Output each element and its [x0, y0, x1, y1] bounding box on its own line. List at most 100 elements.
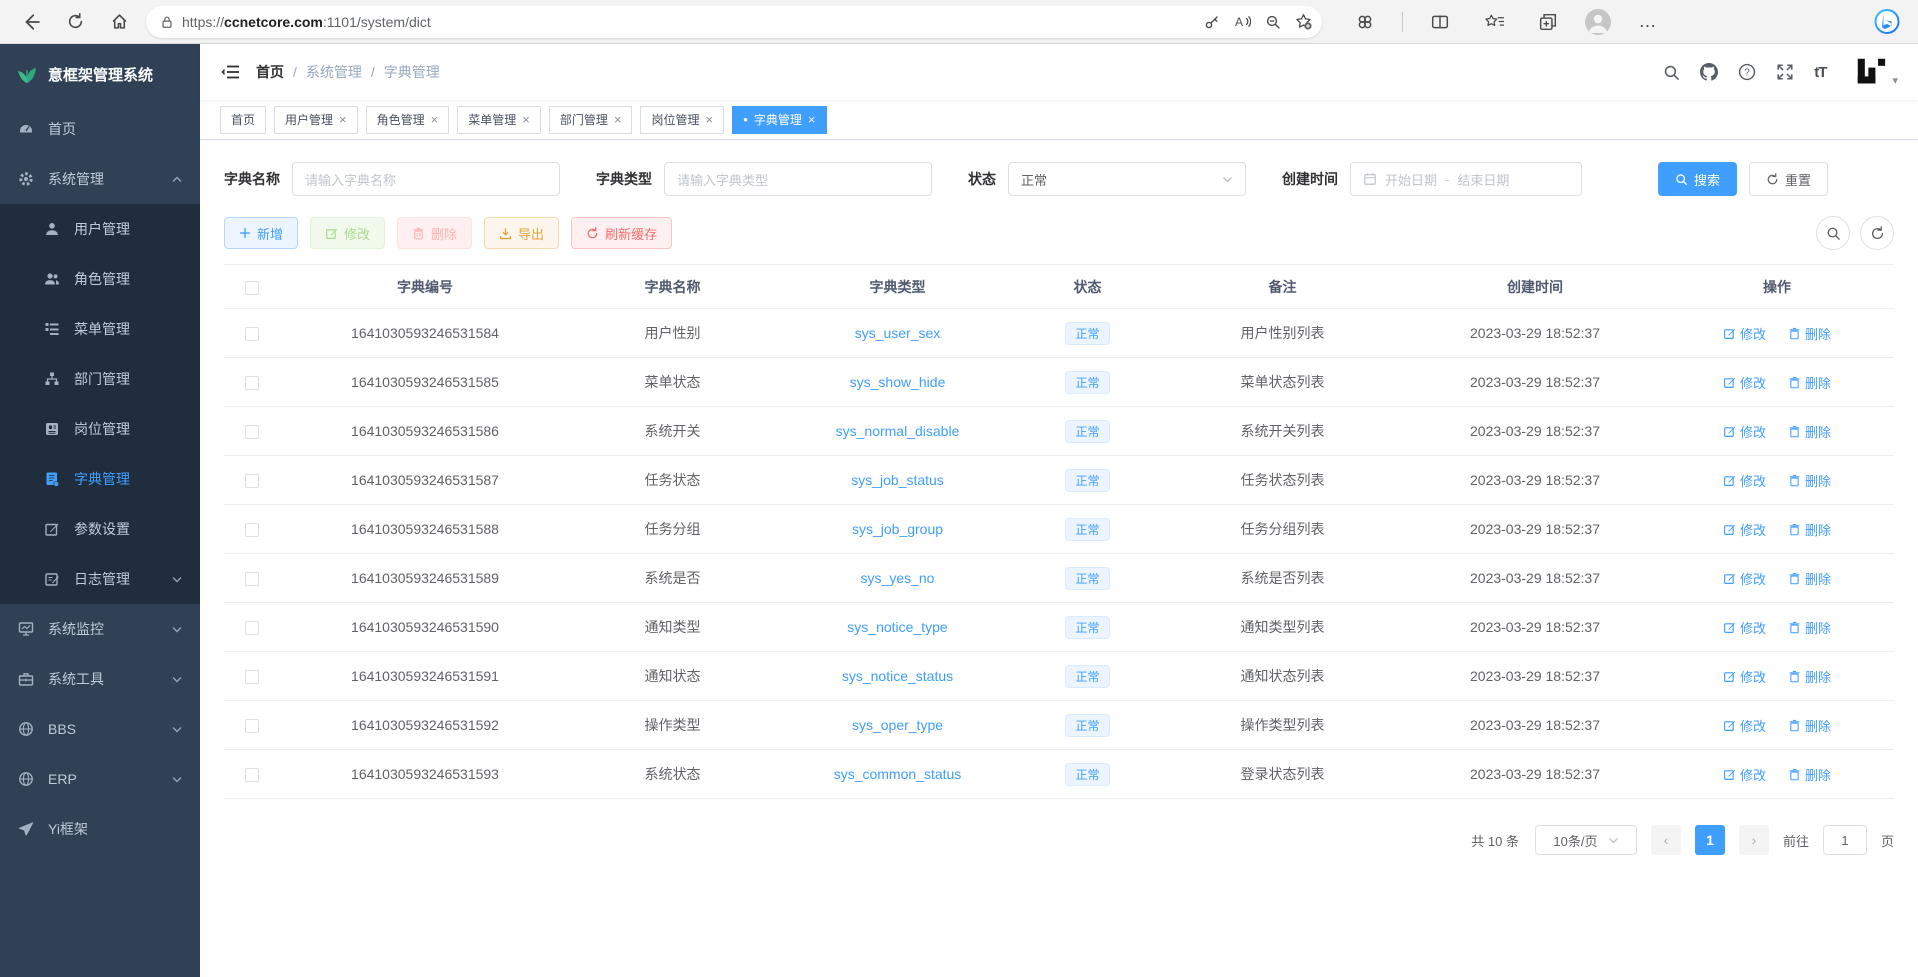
app-logo-row[interactable]: 意框架管理系统: [0, 44, 200, 104]
row-checkbox[interactable]: [245, 425, 259, 439]
extensions-icon[interactable]: [1348, 6, 1382, 38]
delete-row-button[interactable]: 删除: [1788, 471, 1831, 490]
dict-type-link[interactable]: sys_user_sex: [855, 325, 941, 341]
sidebar-item-dept-management[interactable]: 部门管理: [0, 354, 200, 404]
close-icon[interactable]: ×: [808, 112, 816, 127]
show-search-toggle-button[interactable]: [1816, 216, 1850, 250]
close-icon[interactable]: ×: [339, 112, 347, 127]
row-checkbox[interactable]: [245, 719, 259, 733]
edit-row-button[interactable]: 修改: [1723, 765, 1766, 784]
refresh-icon[interactable]: [58, 6, 92, 38]
user-menu[interactable]: ▾: [1856, 57, 1898, 87]
dict-type-link[interactable]: sys_show_hide: [850, 374, 946, 390]
edit-row-button[interactable]: 修改: [1723, 569, 1766, 588]
delete-row-button[interactable]: 删除: [1788, 520, 1831, 539]
row-checkbox[interactable]: [245, 670, 259, 684]
favorites-icon[interactable]: [1477, 6, 1511, 38]
home-icon[interactable]: [102, 6, 136, 38]
help-icon[interactable]: ?: [1738, 63, 1756, 81]
sidebar-item-post-management[interactable]: 岗位管理: [0, 404, 200, 454]
row-checkbox[interactable]: [245, 376, 259, 390]
edit-row-button[interactable]: 修改: [1723, 471, 1766, 490]
fullscreen-icon[interactable]: [1776, 63, 1794, 81]
profile-avatar[interactable]: [1585, 9, 1611, 35]
dict-type-link[interactable]: sys_job_group: [852, 521, 943, 537]
zoom-out-icon[interactable]: [1265, 14, 1281, 30]
split-screen-icon[interactable]: [1423, 6, 1457, 38]
dict-type-link[interactable]: sys_notice_type: [847, 619, 947, 635]
edit-row-button[interactable]: 修改: [1723, 618, 1766, 637]
sidebar-item-dict-management[interactable]: 字典管理: [0, 454, 200, 504]
sidebar-item-yi-framework[interactable]: Yi框架: [0, 804, 200, 854]
sidebar-item-menu-management[interactable]: 菜单管理: [0, 304, 200, 354]
date-range-input[interactable]: 开始日期 - 结束日期: [1350, 162, 1582, 196]
sidebar-collapse-icon[interactable]: [220, 63, 240, 81]
sidebar-item-erp[interactable]: ERP: [0, 754, 200, 804]
font-size-icon[interactable]: tT: [1814, 64, 1826, 81]
refresh-table-button[interactable]: [1860, 216, 1894, 250]
row-checkbox[interactable]: [245, 523, 259, 537]
edit-row-button[interactable]: 修改: [1723, 324, 1766, 343]
password-key-icon[interactable]: [1204, 14, 1220, 30]
tab-dict-management[interactable]: ●字典管理×: [732, 106, 826, 134]
edit-row-button[interactable]: 修改: [1723, 520, 1766, 539]
sidebar-item-system-management[interactable]: 系统管理: [0, 154, 200, 204]
back-icon[interactable]: [14, 6, 48, 38]
next-page-button[interactable]: ›: [1739, 825, 1769, 855]
edit-row-button[interactable]: 修改: [1723, 667, 1766, 686]
breadcrumb-home[interactable]: 首页: [256, 62, 284, 82]
reset-button[interactable]: 重置: [1749, 162, 1828, 196]
dict-type-link[interactable]: sys_oper_type: [852, 717, 943, 733]
more-menu-icon[interactable]: …: [1631, 6, 1665, 38]
dict-name-input[interactable]: 请输入字典名称: [292, 162, 560, 196]
tab-role-management[interactable]: 角色管理×: [366, 106, 450, 134]
delete-row-button[interactable]: 删除: [1788, 324, 1831, 343]
edit-row-button[interactable]: 修改: [1723, 373, 1766, 392]
row-checkbox[interactable]: [245, 327, 259, 341]
delete-row-button[interactable]: 删除: [1788, 667, 1831, 686]
collections-icon[interactable]: [1531, 6, 1565, 38]
page-number-1[interactable]: 1: [1695, 825, 1725, 855]
edit-row-button[interactable]: 修改: [1723, 422, 1766, 441]
tab-dept-management[interactable]: 部门管理×: [549, 106, 633, 134]
search-button[interactable]: 搜索: [1658, 162, 1737, 196]
sidebar-item-log-management[interactable]: 日志管理: [0, 554, 200, 604]
sidebar-item-system-tools[interactable]: 系统工具: [0, 654, 200, 704]
dict-type-link[interactable]: sys_yes_no: [861, 570, 935, 586]
add-button[interactable]: 新增: [224, 217, 298, 249]
sidebar-item-bbs[interactable]: BBS: [0, 704, 200, 754]
close-icon[interactable]: ×: [614, 112, 622, 127]
refresh-cache-button[interactable]: 刷新缓存: [571, 217, 672, 249]
page-size-select[interactable]: 10条/页: [1535, 825, 1637, 855]
delete-row-button[interactable]: 删除: [1788, 422, 1831, 441]
dict-type-link[interactable]: sys_normal_disable: [836, 423, 960, 439]
address-bar[interactable]: https://ccnetcore.com:1101/system/dict A: [146, 6, 1322, 38]
close-icon[interactable]: ×: [522, 112, 530, 127]
dict-type-link[interactable]: sys_common_status: [834, 766, 962, 782]
tab-home[interactable]: 首页: [220, 106, 266, 134]
row-checkbox[interactable]: [245, 621, 259, 635]
export-button[interactable]: 导出: [484, 217, 559, 249]
dict-type-link[interactable]: sys_job_status: [851, 472, 944, 488]
goto-page-input[interactable]: 1: [1823, 825, 1867, 855]
prev-page-button[interactable]: ‹: [1651, 825, 1681, 855]
row-checkbox[interactable]: [245, 768, 259, 782]
dict-type-link[interactable]: sys_notice_status: [842, 668, 953, 684]
tab-post-management[interactable]: 岗位管理×: [640, 106, 724, 134]
sidebar-item-param-settings[interactable]: 参数设置: [0, 504, 200, 554]
delete-row-button[interactable]: 删除: [1788, 373, 1831, 392]
close-icon[interactable]: ×: [705, 112, 713, 127]
status-select[interactable]: 正常: [1008, 162, 1246, 196]
sidebar-item-system-monitor[interactable]: 系统监控: [0, 604, 200, 654]
delete-row-button[interactable]: 删除: [1788, 716, 1831, 735]
add-favorite-icon[interactable]: [1295, 13, 1312, 30]
delete-row-button[interactable]: 删除: [1788, 618, 1831, 637]
sidebar-item-user-management[interactable]: 用户管理: [0, 204, 200, 254]
dict-type-input[interactable]: 请输入字典类型: [664, 162, 932, 196]
sidebar-item-role-management[interactable]: 角色管理: [0, 254, 200, 304]
search-icon[interactable]: [1663, 64, 1680, 81]
tab-menu-management[interactable]: 菜单管理×: [457, 106, 541, 134]
tab-user-management[interactable]: 用户管理×: [274, 106, 358, 134]
delete-row-button[interactable]: 删除: [1788, 765, 1831, 784]
close-icon[interactable]: ×: [431, 112, 439, 127]
